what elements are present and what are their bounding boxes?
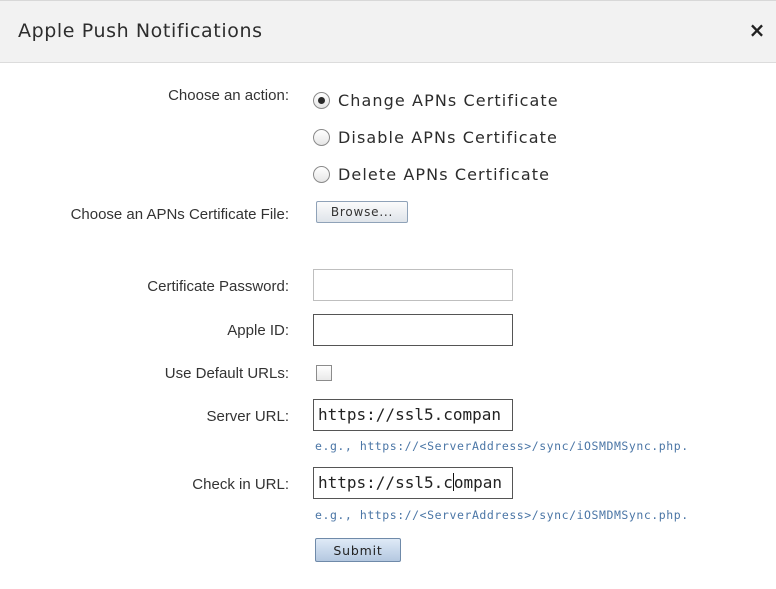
checkin-url-hint: e.g., https://<ServerAddress>/sync/iOSMD… [315,508,689,522]
use-default-urls-label: Use Default URLs: [164,365,289,382]
certificate-file-label: Choose an APNs Certificate File: [70,206,289,223]
server-url-hint: e.g., https://<ServerAddress>/sync/iOSMD… [315,439,689,453]
apple-id-input[interactable] [313,314,513,346]
radio-disable-apns[interactable]: Disable APNs Certificate [313,125,558,149]
radio-delete-apns[interactable]: Delete APNs Certificate [313,162,550,186]
checkin-url-input[interactable]: https://ssl5.compan [313,467,513,499]
checkin-url-text-before-caret: https://ssl5.c [318,473,453,492]
browse-button[interactable]: Browse... [316,201,408,223]
radio-label-disable[interactable]: Disable APNs Certificate [338,128,558,147]
apple-id-label: Apple ID: [227,322,289,339]
dialog-title: Apple Push Notifications [18,20,263,42]
use-default-urls-checkbox[interactable] [316,365,332,381]
choose-action-label: Choose an action: [168,87,289,104]
radio-label-change[interactable]: Change APNs Certificate [338,91,559,110]
server-url-input[interactable]: https://ssl5.compan [313,399,513,431]
radio-button[interactable] [313,165,330,183]
dialog-titlebar: Apple Push Notifications × [0,1,776,63]
checkin-url-text-after-caret: ompan [453,473,503,492]
radio-button[interactable] [313,128,330,146]
close-icon[interactable]: × [746,17,768,43]
radio-change-apns[interactable]: Change APNs Certificate [313,88,559,112]
radio-label-delete[interactable]: Delete APNs Certificate [338,165,550,184]
certificate-password-input[interactable] [313,269,513,301]
checkin-url-label: Check in URL: [192,476,289,493]
apple-push-notifications-dialog: Apple Push Notifications × Choose an act… [0,0,776,589]
submit-button[interactable]: Submit [315,538,401,562]
server-url-label: Server URL: [206,408,289,425]
certificate-password-label: Certificate Password: [147,278,289,295]
radio-button-checked[interactable] [313,91,330,109]
